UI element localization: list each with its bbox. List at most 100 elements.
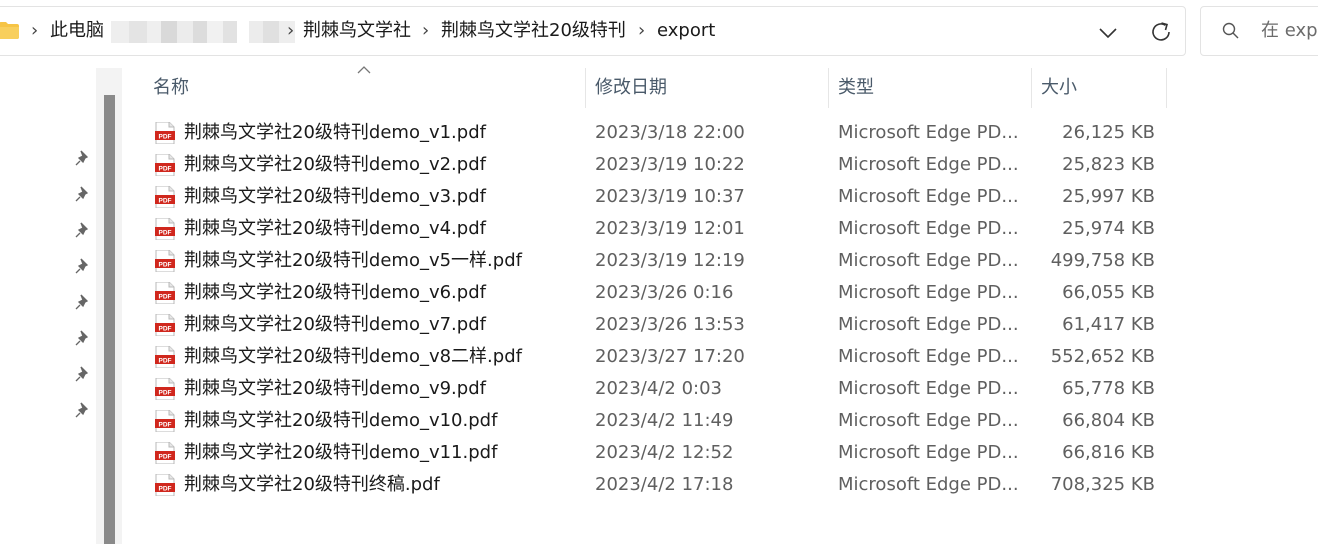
pin-icon[interactable] (74, 185, 92, 203)
file-modified-date: 2023/4/2 0:03 (595, 378, 722, 399)
file-modified-date: 2023/3/18 22:00 (595, 122, 745, 143)
file-row[interactable]: PDF 荆棘鸟文学社20级特刊demo_v10.pdf 2023/4/2 11:49… (150, 405, 1170, 437)
file-size: 708,325 KB (1050, 474, 1155, 495)
pin-icon[interactable] (74, 293, 92, 311)
file-size: 66,804 KB (1062, 410, 1155, 431)
file-modified-date: 2023/3/19 12:01 (595, 218, 745, 239)
column-header-date[interactable]: 修改日期 (595, 76, 667, 100)
file-name[interactable]: 荆棘鸟文学社20级特刊demo_v7.pdf (184, 313, 486, 337)
pdf-file-icon: PDF (155, 154, 175, 176)
file-row[interactable]: PDF 荆棘鸟文学社20级特刊demo_v8二样.pdf 2023/3/27 17:… (150, 341, 1170, 373)
file-row[interactable]: PDF 荆棘鸟文学社20级特刊demo_v1.pdf 2023/3/18 22:00… (150, 117, 1170, 149)
chevron-down-icon[interactable] (1096, 21, 1120, 45)
file-row[interactable]: PDF 荆棘鸟文学社20级特刊demo_v2.pdf 2023/3/19 10:22… (150, 149, 1170, 181)
file-row[interactable]: PDF 荆棘鸟文学社20级特刊demo_v9.pdf 2023/4/2 0:03 Mi… (150, 373, 1170, 405)
svg-text:PDF: PDF (159, 261, 172, 268)
file-row[interactable]: PDF 荆棘鸟文学社20级特刊demo_v4.pdf 2023/3/19 12:01… (150, 213, 1170, 245)
breadcrumb-separator: › (31, 20, 39, 41)
file-row[interactable]: PDF 荆棘鸟文学社20级特刊终稿.pdf 2023/4/2 17:18 Micros… (150, 469, 1170, 501)
pin-icon[interactable] (74, 329, 92, 347)
file-type: Microsoft Edge PD... (838, 122, 1019, 143)
pdf-file-icon: PDF (155, 378, 175, 400)
file-modified-date: 2023/3/19 10:37 (595, 186, 745, 207)
file-type: Microsoft Edge PD... (838, 378, 1019, 399)
folder-icon (0, 22, 19, 39)
svg-text:PDF: PDF (159, 325, 172, 332)
pin-icon[interactable] (74, 401, 92, 419)
file-name[interactable]: 荆棘鸟文学社20级特刊demo_v5一样.pdf (184, 249, 522, 273)
svg-text:PDF: PDF (159, 165, 172, 172)
breadcrumb-this-pc[interactable]: 此电脑 (50, 19, 104, 43)
pdf-file-icon: PDF (155, 282, 175, 304)
search-icon (1222, 22, 1239, 39)
pdf-file-icon: PDF (155, 218, 175, 240)
file-size: 66,816 KB (1062, 442, 1155, 463)
file-type: Microsoft Edge PD... (838, 474, 1019, 495)
file-row[interactable]: PDF 荆棘鸟文学社20级特刊demo_v11.pdf 2023/4/2 12:52… (150, 437, 1170, 469)
breadcrumb-special-issue[interactable]: 荆棘鸟文学社20级特刊 (441, 19, 626, 43)
file-name[interactable]: 荆棘鸟文学社20级特刊demo_v1.pdf (184, 121, 486, 145)
file-name[interactable]: 荆棘鸟文学社20级特刊demo_v11.pdf (184, 441, 497, 465)
pdf-file-icon: PDF (155, 250, 175, 272)
file-size: 25,997 KB (1062, 186, 1155, 207)
file-modified-date: 2023/3/19 10:22 (595, 154, 745, 175)
pdf-file-icon: PDF (155, 314, 175, 336)
file-name[interactable]: 荆棘鸟文学社20级特刊demo_v4.pdf (184, 217, 486, 241)
column-divider[interactable] (828, 68, 829, 108)
file-size: 66,055 KB (1062, 282, 1155, 303)
file-size: 25,823 KB (1062, 154, 1155, 175)
file-name[interactable]: 荆棘鸟文学社20级特刊demo_v10.pdf (184, 409, 497, 433)
column-header-name[interactable]: 名称 (153, 76, 189, 100)
pin-icon[interactable] (74, 257, 92, 275)
navigation-scrollbar[interactable] (104, 95, 115, 544)
file-row[interactable]: PDF 荆棘鸟文学社20级特刊demo_v6.pdf 2023/3/26 0:16 M… (150, 277, 1170, 309)
file-name[interactable]: 荆棘鸟文学社20级特刊demo_v3.pdf (184, 185, 486, 209)
column-header-size[interactable]: 大小 (1041, 76, 1077, 100)
file-type: Microsoft Edge PD... (838, 442, 1019, 463)
svg-text:PDF: PDF (159, 293, 172, 300)
svg-text:PDF: PDF (159, 485, 172, 492)
file-size: 61,417 KB (1062, 314, 1155, 335)
breadcrumb-club[interactable]: 荆棘鸟文学社 (303, 19, 411, 43)
column-header-type[interactable]: 类型 (838, 76, 874, 100)
svg-text:PDF: PDF (159, 229, 172, 236)
file-name[interactable]: 荆棘鸟文学社20级特刊demo_v6.pdf (184, 281, 486, 305)
file-size: 552,652 KB (1050, 346, 1155, 367)
file-type: Microsoft Edge PD... (838, 314, 1019, 335)
breadcrumb-separator: › (287, 20, 295, 41)
svg-text:PDF: PDF (159, 453, 172, 460)
sort-ascending-icon (357, 66, 371, 74)
file-type: Microsoft Edge PD... (838, 154, 1019, 175)
search-box[interactable]: 在 expo (1200, 6, 1318, 56)
svg-text:PDF: PDF (159, 197, 172, 204)
breadcrumb-export[interactable]: export (657, 19, 715, 43)
pdf-file-icon: PDF (155, 410, 175, 432)
file-modified-date: 2023/3/27 17:20 (595, 346, 745, 367)
pin-icon[interactable] (74, 149, 92, 167)
breadcrumb-separator: › (638, 20, 646, 41)
column-divider[interactable] (1166, 68, 1167, 108)
search-input[interactable]: 在 expo (1261, 19, 1318, 43)
column-divider[interactable] (585, 68, 586, 108)
file-type: Microsoft Edge PD... (838, 218, 1019, 239)
redacted-breadcrumb (111, 21, 295, 43)
file-row[interactable]: PDF 荆棘鸟文学社20级特刊demo_v7.pdf 2023/3/26 13:53… (150, 309, 1170, 341)
file-modified-date: 2023/3/26 13:53 (595, 314, 745, 335)
file-type: Microsoft Edge PD... (838, 186, 1019, 207)
file-row[interactable]: PDF 荆棘鸟文学社20级特刊demo_v3.pdf 2023/3/19 10:37… (150, 181, 1170, 213)
file-type: Microsoft Edge PD... (838, 410, 1019, 431)
refresh-icon[interactable] (1148, 19, 1174, 45)
svg-text:PDF: PDF (159, 133, 172, 140)
pin-icon[interactable] (74, 221, 92, 239)
address-bar[interactable]: › 此电脑 › 荆棘鸟文学社 › 荆棘鸟文学社20级特刊 › export (0, 6, 1186, 56)
file-name[interactable]: 荆棘鸟文学社20级特刊demo_v9.pdf (184, 377, 486, 401)
pin-icon[interactable] (74, 365, 92, 383)
file-row[interactable]: PDF 荆棘鸟文学社20级特刊demo_v5一样.pdf 2023/3/19 12:… (150, 245, 1170, 277)
pdf-file-icon: PDF (155, 186, 175, 208)
pdf-file-icon: PDF (155, 346, 175, 368)
file-name[interactable]: 荆棘鸟文学社20级特刊demo_v2.pdf (184, 153, 486, 177)
file-name[interactable]: 荆棘鸟文学社20级特刊终稿.pdf (184, 473, 440, 497)
file-name[interactable]: 荆棘鸟文学社20级特刊demo_v8二样.pdf (184, 345, 522, 369)
svg-text:PDF: PDF (159, 357, 172, 364)
column-divider[interactable] (1031, 68, 1032, 108)
